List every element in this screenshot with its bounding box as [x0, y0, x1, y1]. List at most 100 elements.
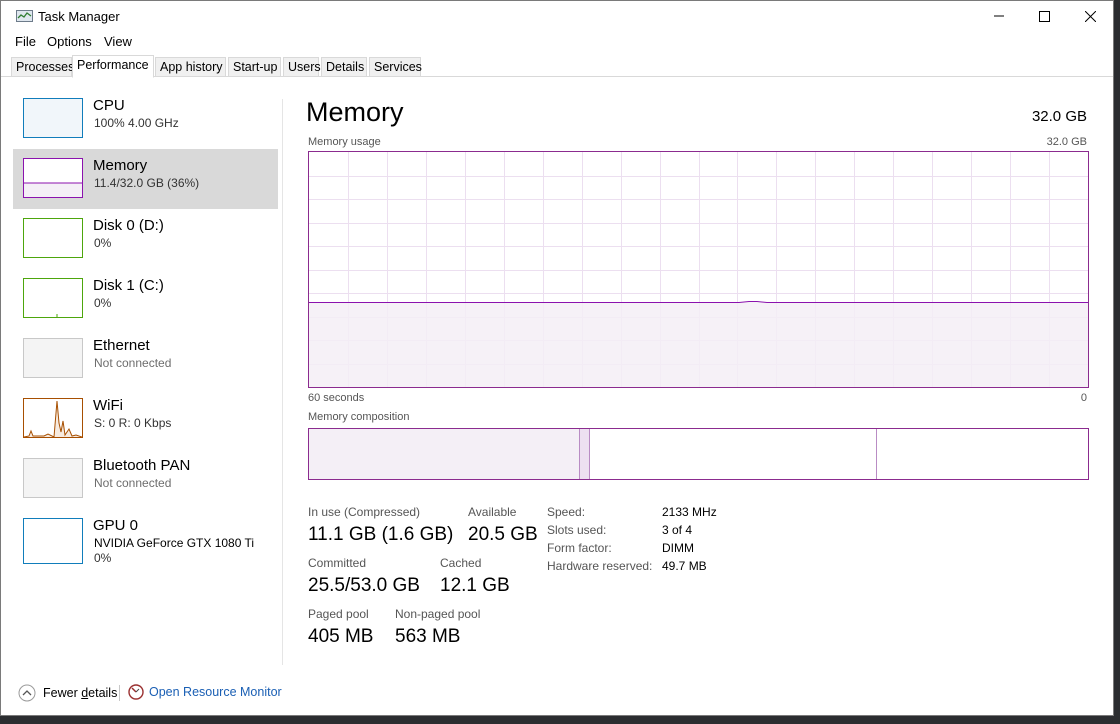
sidebar-item-label: Memory: [93, 157, 148, 174]
sidebar-item-label: WiFi: [93, 397, 123, 414]
sidebar-item-label: Ethernet: [93, 337, 150, 354]
task-manager-window: Task Manager File Options View Processes…: [0, 0, 1114, 716]
sidebar-item-label: Bluetooth PAN: [93, 457, 191, 474]
zero-axis-label: 0: [1080, 392, 1087, 404]
tab-details[interactable]: Details: [321, 57, 367, 77]
paged-pool-label: Paged pool: [308, 607, 369, 621]
sidebar-item-value: NVIDIA GeForce GTX 1080 Ti: [94, 536, 255, 550]
sidebar-item-value: 0%: [94, 236, 112, 250]
maximize-icon: [1038, 10, 1050, 22]
gpu-thumbnail: [23, 518, 83, 564]
open-resource-monitor-link[interactable]: Open Resource Monitor: [128, 684, 282, 700]
tab-performance[interactable]: Performance: [72, 55, 154, 78]
sidebar-item-label: Disk 1 (C:): [93, 277, 164, 294]
sidebar-item-value: 100% 4.00 GHz: [94, 116, 179, 130]
task-manager-icon: [16, 10, 33, 22]
in-use-segment: [309, 429, 579, 479]
sidebar-item-value: Not connected: [94, 476, 172, 490]
minimize-button[interactable]: [976, 1, 1022, 31]
in-use-value: 11.1 GB (1.6 GB): [308, 524, 454, 545]
sidebar-item-label: GPU 0: [93, 517, 139, 534]
sidebar-item-value: Not connected: [94, 356, 172, 370]
tab-processes[interactable]: Processes: [11, 57, 74, 77]
close-button[interactable]: [1067, 1, 1113, 31]
available-value: 20.5 GB: [468, 524, 538, 545]
committed-value: 25.5/53.0 GB: [308, 575, 420, 596]
form-factor-value: DIMM: [662, 541, 694, 555]
chevron-up-icon: [18, 684, 36, 702]
speed-key: Speed:: [547, 505, 586, 519]
memory-composition-label: Memory composition: [308, 411, 410, 423]
menu-file[interactable]: File: [15, 34, 36, 49]
slots-used-value: 3 of 4: [662, 523, 693, 537]
time-axis-label: 60 seconds: [308, 392, 365, 404]
footer-separator: [119, 685, 120, 701]
fewer-details-label: Fewer details: [43, 686, 118, 700]
menu-view[interactable]: View: [104, 34, 132, 49]
tab-users[interactable]: Users: [283, 57, 321, 77]
memory-usage-label: Memory usage: [308, 136, 381, 148]
close-icon: [1084, 10, 1096, 22]
memory-thumbnail: [23, 158, 83, 198]
fewer-details-button[interactable]: Fewer details: [18, 684, 117, 702]
tab-start-up[interactable]: Start-up: [228, 57, 281, 77]
tab-underline: [1, 76, 1113, 77]
tab-services[interactable]: Services: [369, 57, 422, 77]
disk1-thumbnail: [23, 278, 83, 318]
tab-app-history[interactable]: App history: [155, 57, 226, 77]
speed-value: 2133 MHz: [662, 505, 717, 519]
sidebar-item-memory[interactable]: Memory 11.4/32.0 GB (36%): [13, 149, 278, 209]
sidebar-item-wifi[interactable]: WiFi S: 0 R: 0 Kbps: [13, 389, 278, 449]
non-paged-pool-value: 563 MB: [395, 626, 461, 647]
sidebar-item-disk1[interactable]: Disk 1 (C:) 0%: [13, 269, 278, 329]
sidebar-item-cpu[interactable]: CPU 100% 4.00 GHz: [13, 89, 278, 149]
sidebar-item-value: S: 0 R: 0 Kbps: [94, 416, 172, 430]
memory-total: 32.0 GB: [1031, 108, 1087, 125]
tab-strip: Processes Performance App history Start-…: [11, 55, 1113, 78]
resource-monitor-icon: [128, 684, 144, 700]
page-title: Memory: [306, 97, 404, 127]
sidebar-item-label: Disk 0 (D:): [93, 217, 164, 234]
memory-composition-bar: [308, 428, 1089, 480]
form-factor-key: Form factor:: [547, 541, 612, 555]
paged-pool-value: 405 MB: [308, 626, 374, 647]
hardware-reserved-value: 49.7 MB: [662, 559, 707, 573]
memory-usage-max: 32.0 GB: [1046, 136, 1087, 148]
usage-area: [309, 302, 1088, 387]
free-segment: [876, 429, 1088, 479]
wifi-thumbnail: [23, 398, 83, 438]
standby-segment: [589, 429, 876, 479]
memory-usage-graph: [308, 151, 1089, 388]
disk0-thumbnail: [23, 218, 83, 258]
window-title: Task Manager: [38, 9, 120, 24]
title-bar: Task Manager: [1, 1, 1113, 31]
maximize-button[interactable]: [1021, 1, 1067, 31]
sidebar-item-gpu0[interactable]: GPU 0 NVIDIA GeForce GTX 1080 Ti 0%: [13, 509, 278, 569]
sidebar-item-bluetooth-pan[interactable]: Bluetooth PAN Not connected: [13, 449, 278, 509]
cached-value: 12.1 GB: [440, 575, 510, 596]
sidebar-item-label: CPU: [93, 97, 125, 114]
in-use-label: In use (Compressed): [308, 505, 421, 519]
menu-bar: File Options View: [1, 32, 1113, 52]
sidebar-item-disk0[interactable]: Disk 0 (D:) 0%: [13, 209, 278, 269]
sidebar-item-value-2: 0%: [94, 551, 112, 565]
cached-label: Cached: [440, 556, 482, 570]
bluetooth-thumbnail: [23, 458, 83, 498]
non-paged-pool-label: Non-paged pool: [395, 607, 481, 621]
open-resource-monitor-label: Open Resource Monitor: [149, 685, 282, 699]
performance-sidebar: CPU 100% 4.00 GHz Memory 11.4/32.0 GB (3…: [13, 89, 278, 569]
pane-divider: [282, 99, 283, 665]
sidebar-item-value: 0%: [94, 296, 112, 310]
minimize-icon: [994, 15, 1004, 17]
slots-used-key: Slots used:: [547, 523, 607, 537]
committed-label: Committed: [308, 556, 367, 570]
ethernet-thumbnail: [23, 338, 83, 378]
memory-composition-plot: [309, 429, 1088, 479]
memory-usage-plot: [309, 152, 1088, 387]
menu-options[interactable]: Options: [47, 34, 92, 49]
available-label: Available: [468, 505, 517, 519]
sidebar-item-value: 11.4/32.0 GB (36%): [94, 176, 200, 190]
modified-segment: [579, 429, 589, 479]
sidebar-item-ethernet[interactable]: Ethernet Not connected: [13, 329, 278, 389]
hardware-reserved-key: Hardware reserved:: [547, 559, 653, 573]
